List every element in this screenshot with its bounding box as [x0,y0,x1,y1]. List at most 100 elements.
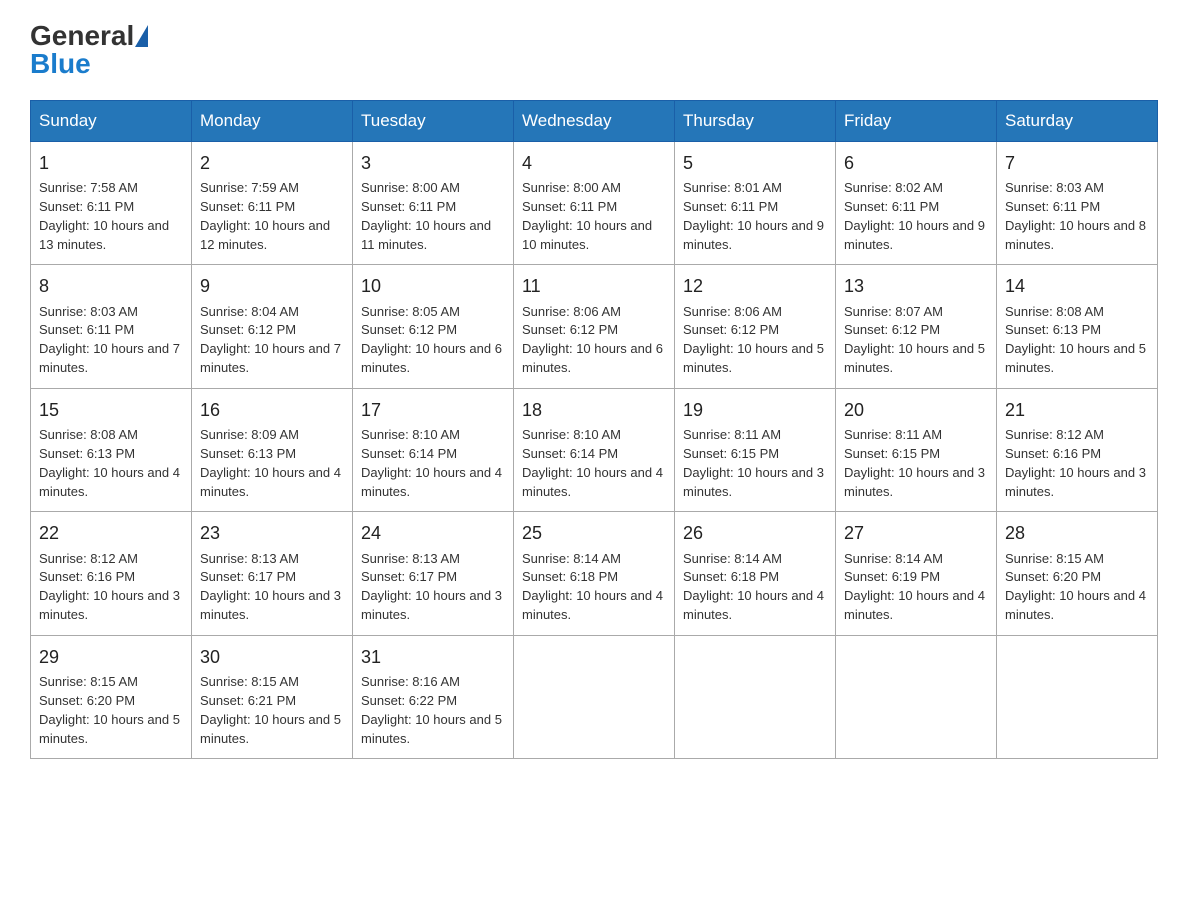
day-info: Sunrise: 8:08 AMSunset: 6:13 PMDaylight:… [39,427,180,499]
day-info: Sunrise: 8:03 AMSunset: 6:11 PMDaylight:… [39,304,180,376]
day-info: Sunrise: 8:15 AMSunset: 6:21 PMDaylight:… [200,674,341,746]
day-info: Sunrise: 8:00 AMSunset: 6:11 PMDaylight:… [522,180,652,252]
day-number: 7 [1005,150,1149,176]
day-number: 11 [522,273,666,299]
day-number: 18 [522,397,666,423]
day-number: 29 [39,644,183,670]
calendar-cell [997,635,1158,758]
day-number: 12 [683,273,827,299]
day-number: 16 [200,397,344,423]
day-info: Sunrise: 8:11 AMSunset: 6:15 PMDaylight:… [844,427,985,499]
day-info: Sunrise: 8:14 AMSunset: 6:19 PMDaylight:… [844,551,985,623]
day-number: 8 [39,273,183,299]
calendar-cell: 1 Sunrise: 7:58 AMSunset: 6:11 PMDaylight… [31,142,192,265]
day-info: Sunrise: 8:10 AMSunset: 6:14 PMDaylight:… [522,427,663,499]
day-number: 25 [522,520,666,546]
day-number: 26 [683,520,827,546]
day-number: 9 [200,273,344,299]
calendar-cell: 13 Sunrise: 8:07 AMSunset: 6:12 PMDayligh… [836,265,997,388]
calendar-cell: 21 Sunrise: 8:12 AMSunset: 6:16 PMDayligh… [997,388,1158,511]
calendar-cell: 17 Sunrise: 8:10 AMSunset: 6:14 PMDayligh… [353,388,514,511]
calendar-cell: 22Sunrise: 8:12 AMSunset: 6:16 PMDayligh… [31,512,192,635]
calendar-cell: 24 Sunrise: 8:13 AMSunset: 6:17 PMDayligh… [353,512,514,635]
calendar-cell: 5 Sunrise: 8:01 AMSunset: 6:11 PMDaylight… [675,142,836,265]
calendar-table: SundayMondayTuesdayWednesdayThursdayFrid… [30,100,1158,759]
calendar-cell: 7 Sunrise: 8:03 AMSunset: 6:11 PMDaylight… [997,142,1158,265]
day-info: Sunrise: 8:10 AMSunset: 6:14 PMDaylight:… [361,427,502,499]
weekday-header-friday: Friday [836,101,997,142]
day-number: 23 [200,520,344,546]
day-number: 1 [39,150,183,176]
day-number: 20 [844,397,988,423]
calendar-cell: 8 Sunrise: 8:03 AMSunset: 6:11 PMDaylight… [31,265,192,388]
week-row-3: 15 Sunrise: 8:08 AMSunset: 6:13 PMDayligh… [31,388,1158,511]
calendar-cell: 23 Sunrise: 8:13 AMSunset: 6:17 PMDayligh… [192,512,353,635]
day-number: 19 [683,397,827,423]
logo: General Blue [30,20,149,80]
day-info: Sunrise: 8:14 AMSunset: 6:18 PMDaylight:… [683,551,824,623]
day-number: 24 [361,520,505,546]
day-info: Sunrise: 7:58 AMSunset: 6:11 PMDaylight:… [39,180,169,252]
calendar-cell: 10 Sunrise: 8:05 AMSunset: 6:12 PMDayligh… [353,265,514,388]
calendar-cell: 30Sunrise: 8:15 AMSunset: 6:21 PMDayligh… [192,635,353,758]
day-number: 3 [361,150,505,176]
calendar-cell: 3 Sunrise: 8:00 AMSunset: 6:11 PMDaylight… [353,142,514,265]
weekday-header-sunday: Sunday [31,101,192,142]
day-info: Sunrise: 8:04 AMSunset: 6:12 PMDaylight:… [200,304,341,376]
calendar-cell: 31 Sunrise: 8:16 AMSunset: 6:22 PMDayligh… [353,635,514,758]
day-info: Sunrise: 8:01 AMSunset: 6:11 PMDaylight:… [683,180,824,252]
day-info: Sunrise: 8:06 AMSunset: 6:12 PMDaylight:… [522,304,663,376]
calendar-cell: 19 Sunrise: 8:11 AMSunset: 6:15 PMDayligh… [675,388,836,511]
day-info: Sunrise: 8:08 AMSunset: 6:13 PMDaylight:… [1005,304,1146,376]
day-number: 4 [522,150,666,176]
day-info: Sunrise: 8:14 AMSunset: 6:18 PMDaylight:… [522,551,663,623]
calendar-cell [514,635,675,758]
day-info: Sunrise: 8:03 AMSunset: 6:11 PMDaylight:… [1005,180,1146,252]
calendar-cell: 15 Sunrise: 8:08 AMSunset: 6:13 PMDayligh… [31,388,192,511]
day-info: Sunrise: 8:02 AMSunset: 6:11 PMDaylight:… [844,180,985,252]
week-row-5: 29Sunrise: 8:15 AMSunset: 6:20 PMDayligh… [31,635,1158,758]
weekday-header-saturday: Saturday [997,101,1158,142]
day-number: 14 [1005,273,1149,299]
day-number: 31 [361,644,505,670]
logo-blue-text: Blue [30,48,91,80]
calendar-cell: 20 Sunrise: 8:11 AMSunset: 6:15 PMDayligh… [836,388,997,511]
calendar-cell: 14 Sunrise: 8:08 AMSunset: 6:13 PMDayligh… [997,265,1158,388]
calendar-cell [836,635,997,758]
day-number: 5 [683,150,827,176]
day-number: 15 [39,397,183,423]
day-number: 27 [844,520,988,546]
calendar-cell: 16 Sunrise: 8:09 AMSunset: 6:13 PMDayligh… [192,388,353,511]
day-info: Sunrise: 8:06 AMSunset: 6:12 PMDaylight:… [683,304,824,376]
week-row-2: 8 Sunrise: 8:03 AMSunset: 6:11 PMDaylight… [31,265,1158,388]
day-info: Sunrise: 8:15 AMSunset: 6:20 PMDaylight:… [1005,551,1146,623]
day-number: 13 [844,273,988,299]
day-info: Sunrise: 7:59 AMSunset: 6:11 PMDaylight:… [200,180,330,252]
calendar-cell: 2 Sunrise: 7:59 AMSunset: 6:11 PMDaylight… [192,142,353,265]
calendar-cell: 25 Sunrise: 8:14 AMSunset: 6:18 PMDayligh… [514,512,675,635]
day-info: Sunrise: 8:16 AMSunset: 6:22 PMDaylight:… [361,674,502,746]
day-info: Sunrise: 8:09 AMSunset: 6:13 PMDaylight:… [200,427,341,499]
day-info: Sunrise: 8:13 AMSunset: 6:17 PMDaylight:… [200,551,341,623]
day-info: Sunrise: 8:05 AMSunset: 6:12 PMDaylight:… [361,304,502,376]
day-number: 10 [361,273,505,299]
calendar-cell: 27 Sunrise: 8:14 AMSunset: 6:19 PMDayligh… [836,512,997,635]
weekday-header-row: SundayMondayTuesdayWednesdayThursdayFrid… [31,101,1158,142]
day-number: 2 [200,150,344,176]
day-info: Sunrise: 8:12 AMSunset: 6:16 PMDaylight:… [1005,427,1146,499]
weekday-header-wednesday: Wednesday [514,101,675,142]
day-number: 21 [1005,397,1149,423]
logo-icon [135,25,148,47]
day-info: Sunrise: 8:13 AMSunset: 6:17 PMDaylight:… [361,551,502,623]
calendar-cell: 4 Sunrise: 8:00 AMSunset: 6:11 PMDaylight… [514,142,675,265]
day-number: 17 [361,397,505,423]
week-row-4: 22Sunrise: 8:12 AMSunset: 6:16 PMDayligh… [31,512,1158,635]
calendar-cell: 12 Sunrise: 8:06 AMSunset: 6:12 PMDayligh… [675,265,836,388]
day-number: 28 [1005,520,1149,546]
day-info: Sunrise: 8:00 AMSunset: 6:11 PMDaylight:… [361,180,491,252]
day-info: Sunrise: 8:07 AMSunset: 6:12 PMDaylight:… [844,304,985,376]
calendar-cell: 11 Sunrise: 8:06 AMSunset: 6:12 PMDayligh… [514,265,675,388]
day-number: 22 [39,520,183,546]
day-info: Sunrise: 8:11 AMSunset: 6:15 PMDaylight:… [683,427,824,499]
week-row-1: 1 Sunrise: 7:58 AMSunset: 6:11 PMDaylight… [31,142,1158,265]
